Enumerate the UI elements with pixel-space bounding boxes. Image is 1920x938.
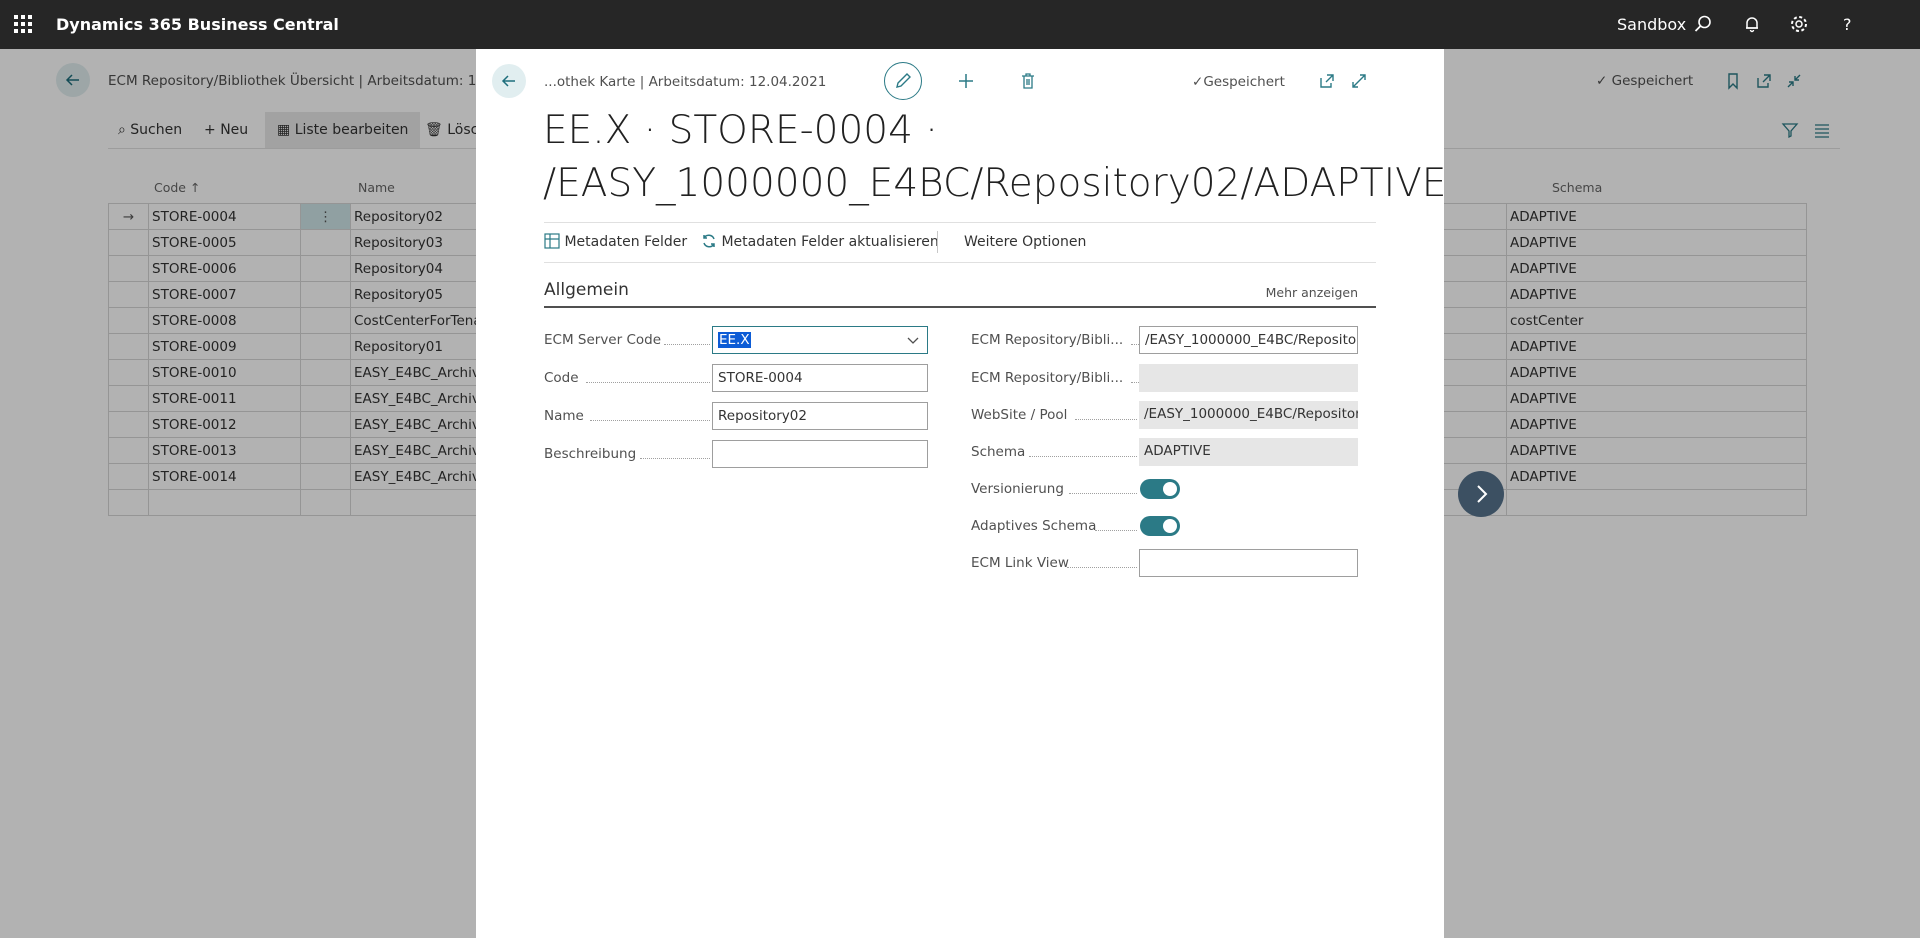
field-label: Versionierung xyxy=(971,481,1064,497)
label-dots xyxy=(664,343,710,345)
update-metadata-fields-button[interactable]: Metadaten Felder aktualisieren xyxy=(701,223,939,262)
ecm-repository-readonly-field xyxy=(1139,364,1358,392)
environment-name: Sandbox xyxy=(1617,15,1687,34)
label-dots xyxy=(1029,455,1137,457)
action-bar: Metadaten Felder Metadaten Felder aktual… xyxy=(544,222,1376,263)
ecm-server-code-select[interactable]: EE.X xyxy=(712,326,928,354)
field-ecm-link-view: ECM Link View xyxy=(971,549,1361,577)
next-record-button[interactable] xyxy=(1458,471,1504,517)
field-description: Beschreibung xyxy=(544,440,928,468)
breadcrumb: ...othek Karte | Arbeitsdatum: 12.04.202… xyxy=(544,74,827,90)
website-pool-field: /EASY_1000000_E4BC/Repositor... xyxy=(1139,401,1358,429)
metadata-icon xyxy=(544,233,560,249)
field-ecm-repository-other: ECM Repository/Bibli... xyxy=(971,364,1361,392)
field-label: Adaptives Schema xyxy=(971,518,1097,534)
help-icon[interactable]: ? xyxy=(1837,13,1859,35)
open-new-window-icon[interactable] xyxy=(1317,71,1337,91)
pencil-icon xyxy=(896,73,911,88)
app-bar: Dynamics 365 Business Central Sandbox ? xyxy=(0,0,1920,49)
field-ecm-repository-path: ECM Repository/Bibli... /EASY_1000000_E4… xyxy=(971,326,1361,354)
name-input[interactable]: Repository02 xyxy=(712,402,928,430)
bell-icon[interactable] xyxy=(1741,13,1763,35)
section-title: Allgemein xyxy=(544,280,629,300)
chevron-down-icon xyxy=(907,337,919,344)
field-label: ECM Repository/Bibli... xyxy=(971,370,1124,386)
saved-status: ✓Gespeichert xyxy=(1192,74,1285,90)
adaptive-schema-toggle[interactable] xyxy=(1140,516,1180,536)
chevron-right-icon xyxy=(1477,485,1488,503)
schema-field: ADAPTIVE xyxy=(1139,438,1358,466)
search-icon[interactable] xyxy=(1692,13,1714,35)
app-launcher-icon[interactable] xyxy=(14,15,32,33)
description-input[interactable] xyxy=(712,440,928,468)
gear-icon[interactable] xyxy=(1788,13,1810,35)
svg-text:?: ? xyxy=(1843,15,1852,34)
label-dots xyxy=(586,381,710,383)
field-website-pool: WebSite / Pool /EASY_1000000_E4BC/Reposi… xyxy=(971,401,1361,429)
back-button[interactable] xyxy=(492,64,526,98)
action-separator xyxy=(937,231,938,253)
expand-icon[interactable] xyxy=(1349,71,1369,91)
delete-icon[interactable] xyxy=(1018,71,1038,91)
field-label: Schema xyxy=(971,444,1026,460)
field-label: ECM Link View xyxy=(971,555,1069,571)
code-input[interactable]: STORE-0004 xyxy=(712,364,928,392)
field-versioning: Versionierung xyxy=(971,475,1361,503)
label-dots xyxy=(1095,529,1137,531)
field-name: Name Repository02 xyxy=(544,402,928,430)
field-code: Code STORE-0004 xyxy=(544,364,928,392)
label-dots xyxy=(640,457,710,459)
field-adaptive-schema: Adaptives Schema xyxy=(971,512,1361,540)
ecm-link-view-input[interactable] xyxy=(1139,549,1358,577)
metadata-fields-button[interactable]: Metadaten Felder xyxy=(544,223,687,262)
label-dots xyxy=(1075,418,1137,420)
field-schema: Schema ADAPTIVE xyxy=(971,438,1361,466)
more-options-button[interactable]: Weitere Optionen xyxy=(964,223,1086,262)
show-more-link[interactable]: Mehr anzeigen xyxy=(1266,285,1358,300)
label-dots xyxy=(590,419,710,421)
field-label: WebSite / Pool xyxy=(971,407,1068,423)
app-name[interactable]: Dynamics 365 Business Central xyxy=(56,15,339,34)
add-icon[interactable] xyxy=(956,71,976,91)
field-label: Name xyxy=(544,408,584,424)
card-title: EE.X · STORE-0004 · /EASY_1000000_E4BC/R… xyxy=(543,108,1447,206)
label-dots xyxy=(1069,492,1137,494)
field-ecm-server-code: ECM Server Code EE.X xyxy=(544,326,928,354)
ecm-repository-path-input[interactable]: /EASY_1000000_E4BC/RepositoryC xyxy=(1139,326,1358,354)
field-label: ECM Repository/Bibli... xyxy=(971,332,1124,348)
section-general: Allgemein Mehr anzeigen xyxy=(544,280,1376,308)
card-dialog: ...othek Karte | Arbeitsdatum: 12.04.202… xyxy=(476,49,1447,938)
versioning-toggle[interactable] xyxy=(1140,479,1180,499)
field-label: Code xyxy=(544,370,579,386)
label-dots xyxy=(1067,566,1137,568)
refresh-icon xyxy=(703,234,715,248)
field-label: Beschreibung xyxy=(544,446,637,462)
field-label: ECM Server Code xyxy=(544,332,662,348)
edit-button[interactable] xyxy=(884,62,922,100)
